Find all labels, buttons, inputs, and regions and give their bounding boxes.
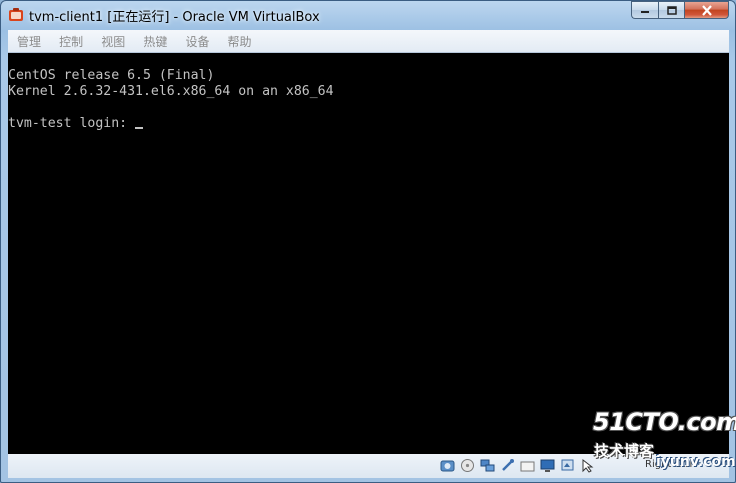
menu-bar: 管理 控制 视图 热键 设备 帮助	[8, 30, 729, 53]
menu-help[interactable]: 帮助	[228, 30, 252, 50]
menu-hotkeys[interactable]: 热键	[143, 30, 167, 50]
hard-disk-icon	[440, 460, 455, 472]
mouse-integration-icon	[582, 458, 594, 473]
minimize-icon	[641, 11, 649, 13]
window-title: tvm-client1 [正在运行] - Oracle VM VirtualBo…	[29, 10, 320, 25]
minimize-button[interactable]	[631, 1, 658, 19]
close-icon	[701, 4, 712, 16]
network-button[interactable]	[479, 457, 496, 474]
watermark-iyunv: iyunv.com	[656, 454, 736, 470]
network-icon	[480, 459, 495, 472]
console-line: Kernel 2.6.32-431.el6.x86_64 on an x86_6…	[8, 84, 334, 99]
shared-folders-button[interactable]	[519, 457, 536, 474]
maximize-icon	[666, 5, 677, 15]
console-output: CentOS release 6.5 (Final) Kernel 2.6.32…	[8, 68, 334, 132]
watermark-51cto: 51CTO.com	[593, 408, 736, 436]
virtualbox-icon	[9, 8, 23, 21]
title-bar[interactable]: tvm-client1 [正在运行] - Oracle VM VirtualBo…	[1, 1, 735, 29]
maximize-button[interactable]	[658, 1, 684, 19]
menu-control[interactable]: 控制	[59, 30, 83, 50]
optical-drive-icon	[461, 459, 474, 472]
text-cursor	[135, 127, 144, 129]
video-capture-button[interactable]	[559, 457, 576, 474]
display-icon	[540, 459, 555, 472]
console-line: CentOS release 6.5 (Final)	[8, 68, 215, 83]
usb-button[interactable]	[499, 457, 516, 474]
optical-drive-button[interactable]	[459, 457, 476, 474]
usb-icon	[502, 459, 514, 471]
vm-console-screen[interactable]: CentOS release 6.5 (Final) Kernel 2.6.32…	[8, 53, 729, 454]
close-button[interactable]	[684, 1, 729, 19]
menu-manage[interactable]: 管理	[17, 30, 41, 50]
video-capture-icon	[561, 459, 574, 471]
caption-buttons	[631, 1, 729, 20]
login-prompt: tvm-test login:	[8, 116, 136, 131]
shared-folders-icon	[520, 461, 535, 472]
hard-disk-button[interactable]	[439, 457, 456, 474]
menu-view[interactable]: 视图	[101, 30, 125, 50]
menu-devices[interactable]: 设备	[185, 30, 209, 50]
watermark-blog: 技术博客	[594, 442, 655, 460]
display-button[interactable]	[539, 457, 556, 474]
